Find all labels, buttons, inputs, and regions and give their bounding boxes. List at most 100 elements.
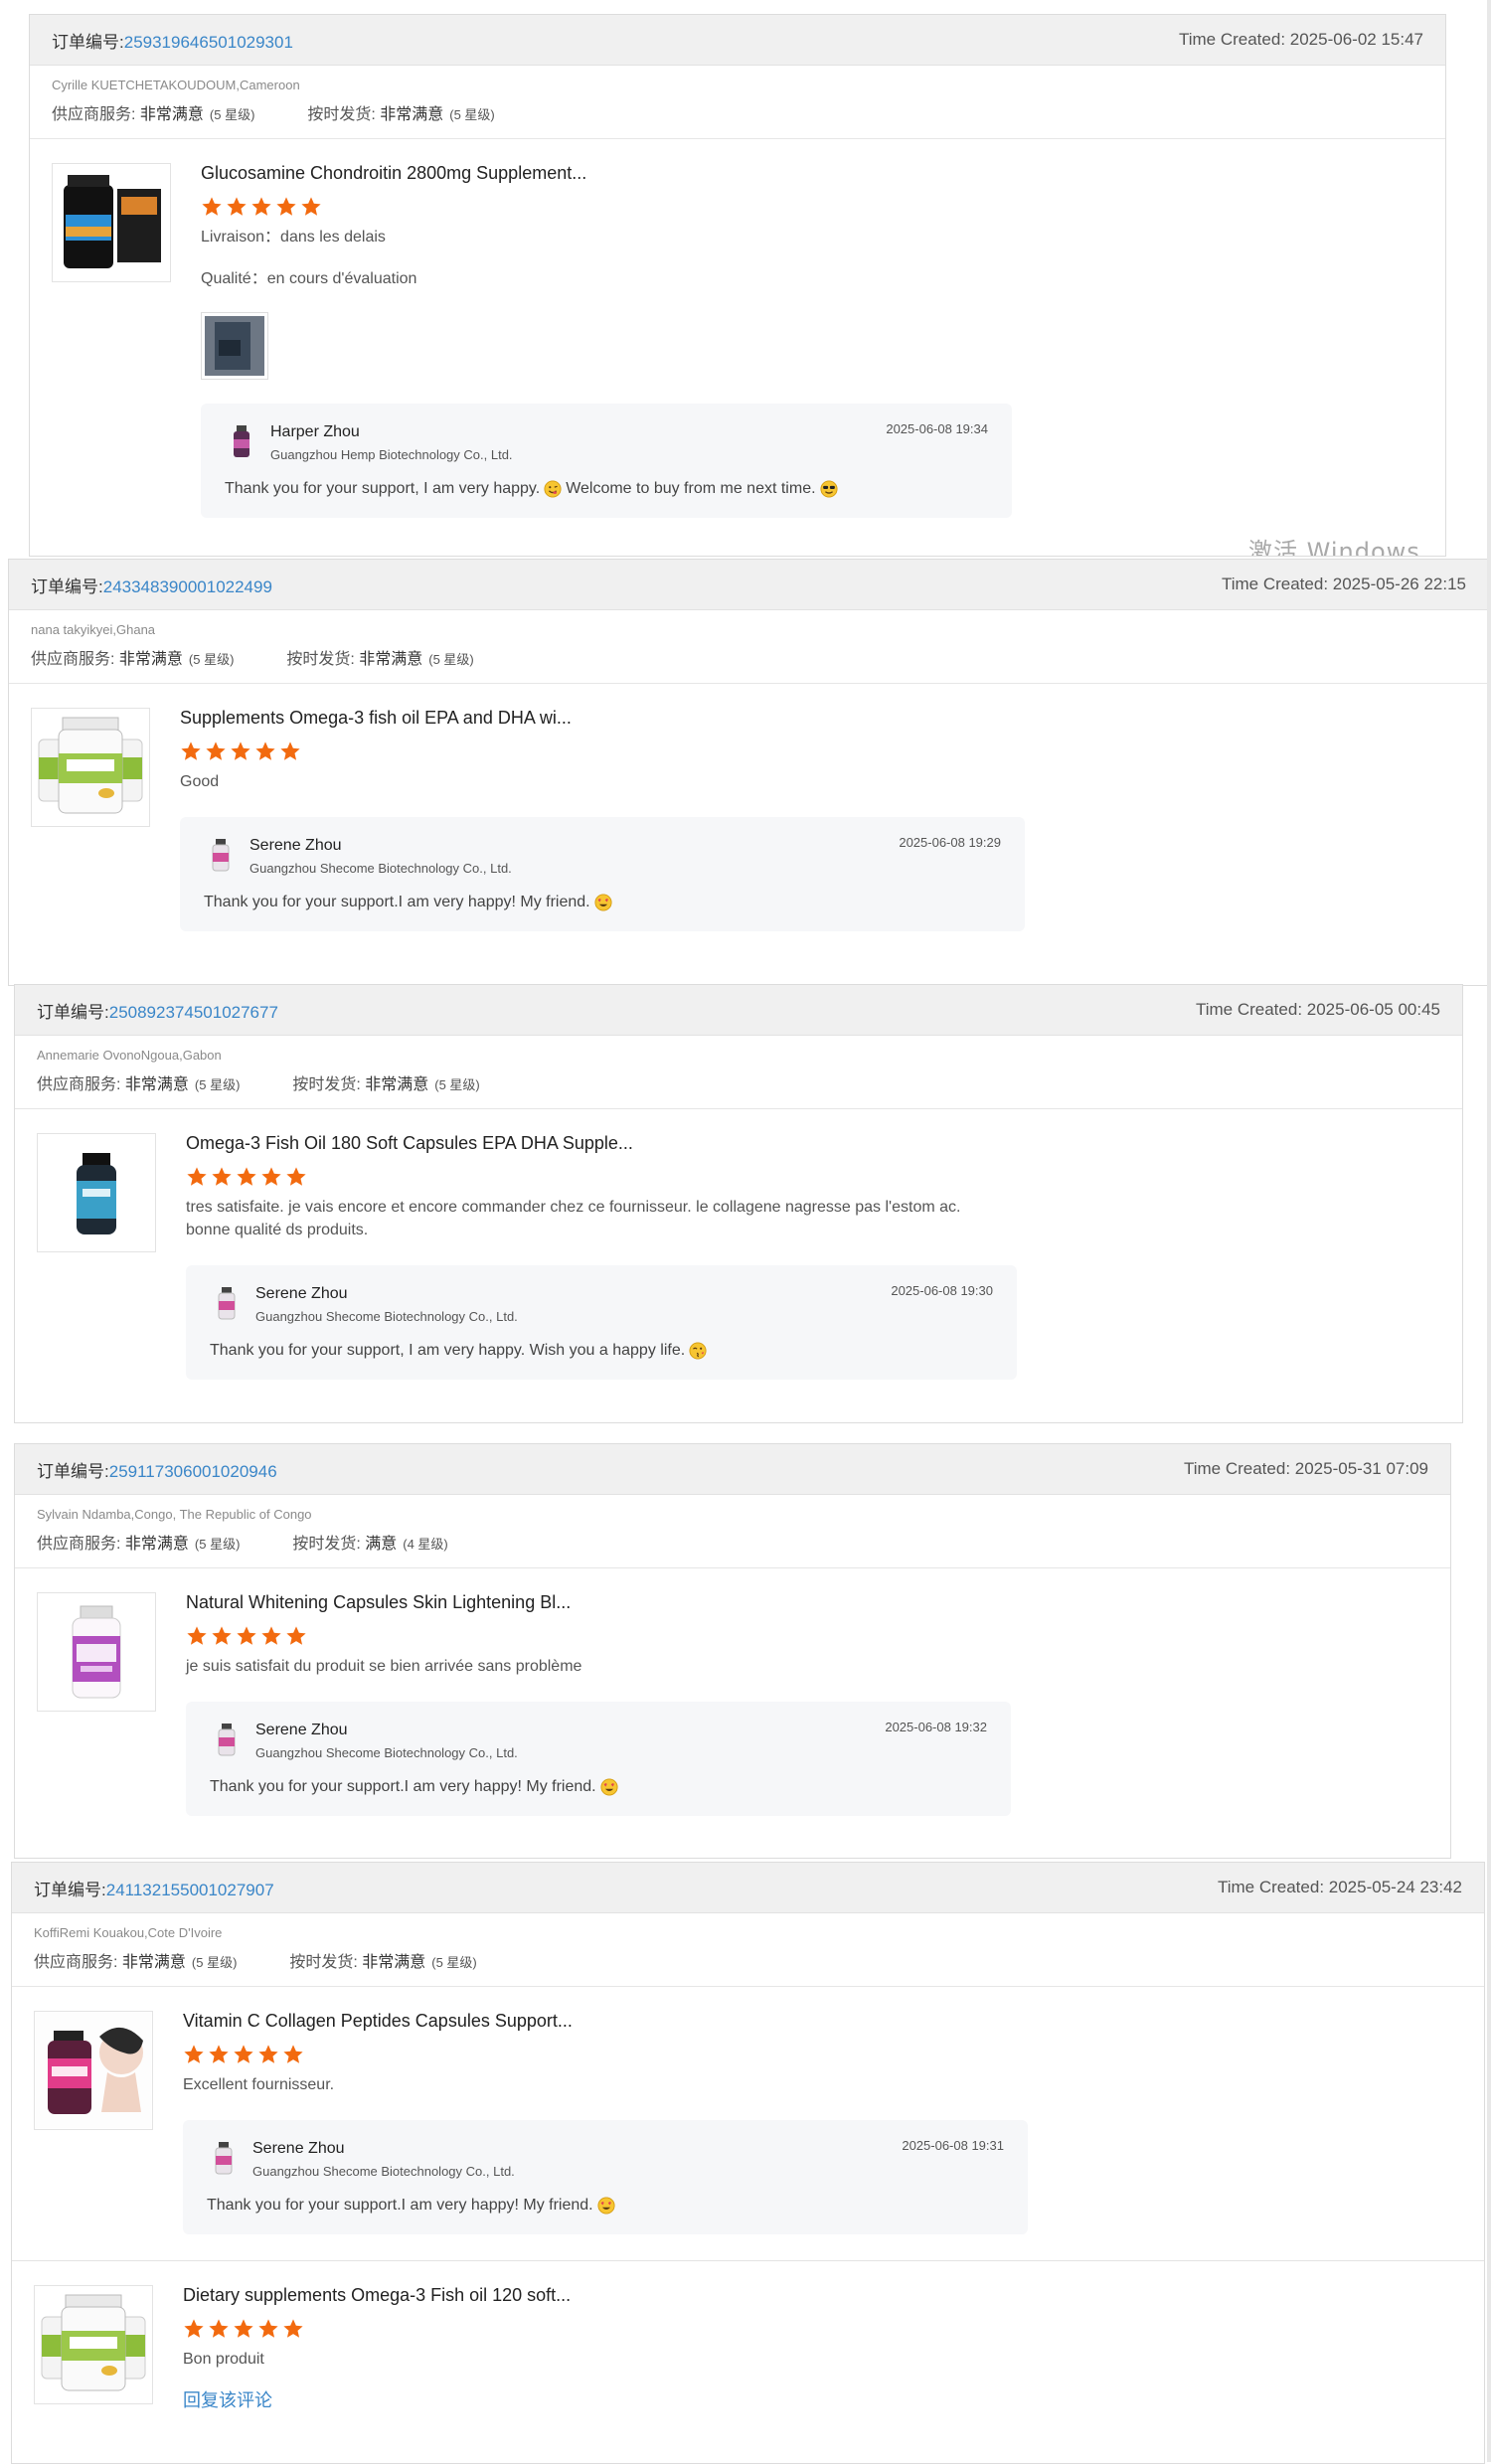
supplier-service-stars: (5 星级) [209, 107, 255, 122]
replier-company: Guangzhou Shecome Biotechnology Co., Ltd… [255, 1309, 518, 1324]
skin-bottle-image [72, 1605, 121, 1699]
star-rating [201, 196, 1423, 218]
replier-name: Serene Zhou [249, 837, 342, 854]
replier-name: Harper Zhou [270, 423, 360, 440]
review-item: Supplements Omega-3 fish oil EPA and DHA… [9, 684, 1488, 931]
star-icon [283, 2319, 303, 2338]
reply-text: Thank you for your support.I am very hap… [204, 894, 590, 910]
star-icon [286, 1167, 306, 1186]
order-number-link[interactable]: 259319646501029301 [124, 33, 293, 52]
product-thumbnail[interactable] [34, 2011, 153, 2130]
time-created-label: Time Created: [1178, 30, 1290, 49]
star-icon [301, 197, 321, 216]
supplier-service-label: 供应商服务: [31, 651, 119, 668]
buyer-info: Cyrille KUETCHETAKOUDOUM,Cameroon [52, 78, 300, 92]
star-icon [212, 1167, 232, 1186]
time-created-label: Time Created: [1217, 1878, 1329, 1896]
product-title[interactable]: Glucosamine Chondroitin 2800mg Supplemen… [201, 163, 1423, 184]
order-ratings: 供应商服务: 非常满意 (5 星级) 按时发货: 非常满意 (5 星级) [31, 645, 1466, 669]
order-card: 订单编号:259117306001020946 Time Created: 20… [14, 1443, 1451, 1859]
product-title[interactable]: Dietary supplements Omega-3 Fish oil 120… [183, 2285, 1462, 2306]
time-created-label: Time Created: [1195, 1000, 1307, 1019]
star-rating [186, 1625, 1428, 1647]
windows-activation-watermark: 激活 Windows [1248, 538, 1420, 557]
star-icon [202, 197, 222, 216]
shipping-value: 非常满意 [380, 106, 444, 123]
review-photo-image [205, 316, 264, 376]
order-number-link[interactable]: 259117306001020946 [109, 1462, 277, 1481]
heart-eyes-emoji-icon [594, 894, 612, 911]
reply-text: Thank you for your support.I am very hap… [207, 2197, 593, 2214]
order-number-link[interactable]: 243348390001022499 [103, 577, 272, 596]
seller-reply: Serene Zhou Guangzhou Shecome Biotechnol… [186, 1265, 1017, 1380]
order-header: 订单编号:259319646501029301 Time Created: 20… [30, 15, 1445, 66]
glucosamine-bottle-image [64, 175, 161, 268]
shipping-label: 按时发货: [286, 651, 360, 668]
review-item: Omega-3 Fish Oil 180 Soft Capsules EPA D… [15, 1109, 1462, 1380]
product-title[interactable]: Omega-3 Fish Oil 180 Soft Capsules EPA D… [186, 1133, 1440, 1154]
star-icon [206, 741, 226, 760]
supplier-service-value: 非常满意 [121, 1954, 186, 1971]
shipping-stars: (5 星级) [428, 652, 474, 667]
product-title[interactable]: Supplements Omega-3 fish oil EPA and DHA… [180, 708, 1466, 729]
star-icon [209, 2045, 229, 2063]
replier-name: Serene Zhou [255, 1722, 348, 1738]
product-title[interactable]: Natural Whitening Capsules Skin Lighteni… [186, 1592, 1428, 1613]
product-thumbnail[interactable] [31, 708, 150, 827]
shipping-value: 非常满意 [362, 1954, 426, 1971]
time-created-value: 2025-06-02 15:47 [1289, 30, 1423, 49]
order-meta: Cyrille KUETCHETAKOUDOUM,Cameroon 供应商服务:… [30, 66, 1445, 139]
kiss-emoji-icon [689, 1342, 707, 1360]
order-number-link[interactable]: 241132155001027907 [106, 1881, 274, 1899]
star-icon [237, 1626, 256, 1645]
star-icon [187, 1626, 207, 1645]
review-item: Dietary supplements Omega-3 Fish oil 120… [12, 2260, 1484, 2412]
supplier-service-value: 非常满意 [118, 651, 183, 668]
omega3-bottles-image [38, 717, 143, 814]
star-icon [184, 2045, 204, 2063]
supplier-service-label: 供应商服务: [37, 1536, 125, 1553]
avatar [215, 2142, 233, 2175]
star-icon [261, 1167, 281, 1186]
star-icon [227, 197, 247, 216]
product-thumbnail[interactable] [52, 163, 171, 282]
supplier-service-stars: (5 星级) [188, 652, 235, 667]
star-icon [261, 1626, 281, 1645]
product-title[interactable]: Vitamin C Collagen Peptides Capsules Sup… [183, 2011, 1462, 2032]
supplier-service-label: 供应商服务: [34, 1954, 122, 1971]
shipping-value: 非常满意 [365, 1076, 429, 1093]
order-meta: Sylvain Ndamba,Congo, The Republic of Co… [15, 1495, 1450, 1568]
star-icon [286, 1626, 306, 1645]
order-ratings: 供应商服务: 非常满意 (5 星级) 按时发货: 非常满意 (5 星级) [37, 1070, 1440, 1094]
product-thumbnail[interactable] [37, 1592, 156, 1712]
supplier-service-stars: (5 星级) [194, 1537, 241, 1552]
star-icon [258, 2045, 278, 2063]
order-meta: nana takyikyei,Ghana 供应商服务: 非常满意 (5 星级) 按… [9, 610, 1488, 684]
buyer-info: nana takyikyei,Ghana [31, 622, 156, 637]
replier-company: Guangzhou Shecome Biotechnology Co., Ltd… [255, 1745, 518, 1760]
time-created-value: 2025-06-05 00:45 [1306, 1000, 1440, 1019]
star-icon [234, 2319, 253, 2338]
seller-reply: Harper Zhou Guangzhou Hemp Biotechnology… [201, 404, 1012, 518]
product-thumbnail[interactable] [37, 1133, 156, 1252]
delivery-label: Livraison： [201, 229, 281, 246]
buyer-info: KoffiRemi Kouakou,Cote D'Ivoire [34, 1925, 223, 1940]
star-icon [255, 741, 275, 760]
order-number-link[interactable]: 250892374501027677 [109, 1003, 278, 1022]
buyer-info: Annemarie OvonoNgoua,Gabon [37, 1048, 222, 1063]
review-text: Bon produit [183, 2351, 264, 2368]
fish-oil-bottle-image [77, 1153, 116, 1234]
product-thumbnail[interactable] [34, 2285, 153, 2404]
supplier-service-value: 非常满意 [139, 106, 204, 123]
reply-to-review-link[interactable]: 回复该评论 [183, 2386, 1462, 2412]
shipping-stars: (5 星级) [434, 1077, 480, 1092]
star-icon [251, 197, 271, 216]
review-photo[interactable] [201, 312, 268, 380]
star-rating [183, 2044, 1462, 2065]
shipping-value: 满意 [365, 1536, 398, 1553]
review-item: Glucosamine Chondroitin 2800mg Supplemen… [30, 139, 1445, 518]
order-card: 订单编号:243348390001022499 Time Created: 20… [8, 559, 1489, 986]
supplier-service-value: 非常满意 [124, 1076, 189, 1093]
reply-text: Thank you for your support, I am very ha… [210, 1342, 686, 1359]
order-number-label: 订单编号: [34, 1880, 106, 1899]
